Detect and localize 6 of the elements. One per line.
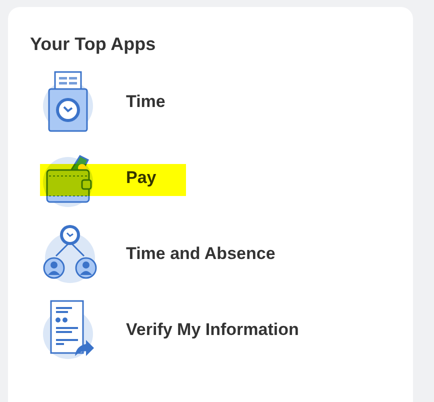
- card-title: Your Top Apps: [30, 34, 157, 55]
- team-clock-icon: [42, 222, 98, 286]
- app-link[interactable]: Time: [126, 92, 166, 112]
- app-link[interactable]: Verify My Information: [126, 320, 299, 340]
- app-link[interactable]: Time and Absence: [126, 244, 276, 264]
- app-link[interactable]: Pay: [126, 168, 156, 188]
